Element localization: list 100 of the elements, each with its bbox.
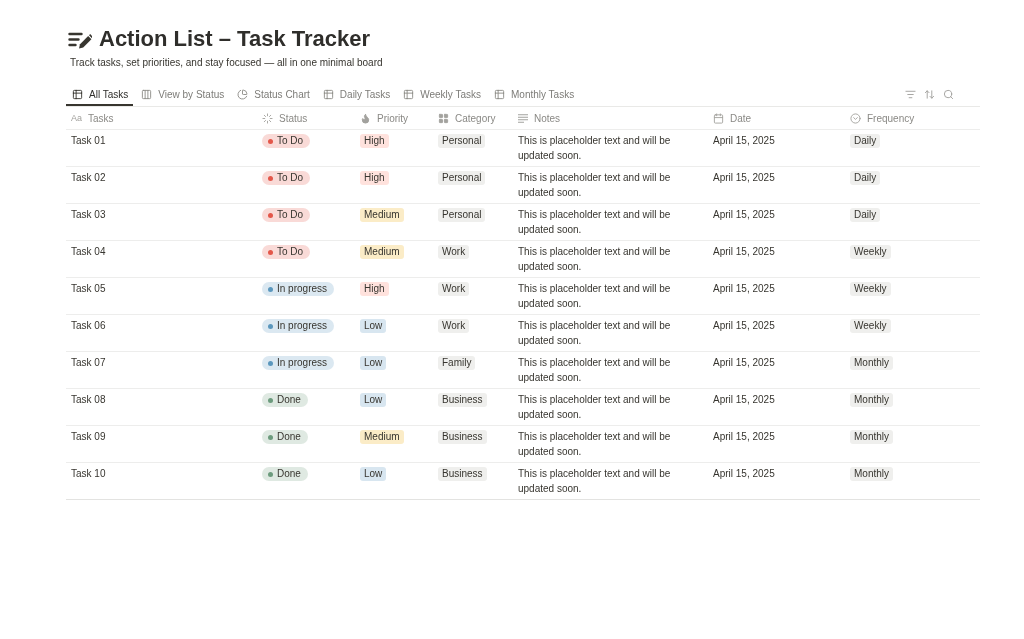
view-tab[interactable]: Monthly Tasks (488, 83, 580, 106)
frequency-tag: Monthly (850, 356, 893, 370)
notes-text: This is placeholder text and will be updated soon. (518, 356, 672, 385)
date-text: April 15, 2025 (713, 134, 775, 148)
task-title: Task 01 (71, 134, 106, 148)
category-tag: Business (438, 467, 487, 481)
column-header[interactable]: Date (708, 107, 845, 129)
date-text: April 15, 2025 (713, 467, 775, 481)
priority-tag: High (360, 134, 389, 148)
table-icon (322, 89, 334, 100)
task-title: Task 04 (71, 245, 106, 259)
status-text: To Do (277, 171, 304, 185)
date-text: April 15, 2025 (713, 245, 775, 259)
task-title: Task 07 (71, 356, 106, 370)
view-tab[interactable]: View by Status (135, 83, 230, 106)
task-title: Task 03 (71, 208, 106, 222)
view-tab[interactable]: Daily Tasks (316, 83, 396, 106)
category-tag: Work (438, 282, 470, 296)
notes-text: This is placeholder text and will be updated soon. (518, 245, 672, 274)
pie-chart-icon (237, 89, 249, 100)
column-header[interactable]: Aa Tasks (66, 107, 257, 129)
column-header[interactable]: Status (257, 107, 355, 129)
view-tab[interactable]: Weekly Tasks (397, 83, 486, 106)
frequency-tag: Monthly (850, 430, 893, 444)
category-tag: Work (438, 245, 470, 259)
priority-tag: Low (360, 467, 387, 481)
task-title: Task 08 (71, 393, 106, 407)
date-text: April 15, 2025 (713, 393, 775, 407)
frequency-tag: Weekly (850, 282, 891, 296)
status-text: In progress (277, 319, 328, 333)
task-title: Task 02 (71, 171, 106, 185)
status-text: Done (277, 430, 301, 444)
notes-text: This is placeholder text and will be updated soon. (518, 282, 672, 311)
columns-icon (141, 89, 153, 100)
category-tag: Personal (438, 134, 486, 148)
priority-tag: Medium (360, 430, 404, 444)
category-tag: Work (438, 319, 470, 333)
notes-text: This is placeholder text and will be updated soon. (518, 208, 672, 237)
priority-tag: Medium (360, 245, 404, 259)
status-text: To Do (277, 134, 304, 148)
loader-icon (262, 112, 273, 124)
calendar-icon (713, 112, 724, 124)
date-text: April 15, 2025 (713, 319, 775, 333)
table-icon (72, 89, 83, 100)
frequency-tag: Monthly (850, 467, 893, 481)
column-header[interactable]: Frequency (845, 107, 980, 129)
grid-icon (438, 112, 449, 124)
filter-icon[interactable] (905, 89, 916, 100)
notes-text: This is placeholder text and will be updated soon. (518, 430, 672, 459)
notes-text: This is placeholder text and will be updated soon. (518, 467, 672, 496)
frequency-tag: Weekly (850, 245, 891, 259)
priority-tag: Low (360, 393, 387, 407)
priority-tag: Medium (360, 208, 404, 222)
status-text: Done (277, 393, 301, 407)
notes-text: This is placeholder text and will be updated soon. (518, 171, 672, 200)
frequency-tag: Daily (850, 134, 881, 148)
priority-tag: Low (360, 356, 387, 370)
date-text: April 15, 2025 (713, 282, 775, 296)
category-tag: Business (438, 430, 487, 444)
table-icon (403, 89, 415, 100)
chevron-circle-icon (850, 112, 861, 124)
view-tab[interactable]: Status Chart (231, 83, 315, 106)
frequency-tag: Daily (850, 171, 881, 185)
page-subtitle: Track tasks, set priorities, and stay focused — all in one minimal board (70, 56, 384, 69)
column-header[interactable]: Notes (513, 107, 708, 129)
status-text: Done (277, 467, 301, 481)
sort-icon[interactable] (924, 89, 935, 100)
status-text: In progress (277, 282, 328, 296)
status-text: To Do (277, 245, 304, 259)
category-tag: Family (438, 356, 476, 370)
category-tag: Personal (438, 208, 486, 222)
category-tag: Personal (438, 171, 486, 185)
status-text: To Do (277, 208, 304, 222)
date-text: April 15, 2025 (713, 208, 775, 222)
frequency-tag: Daily (850, 208, 881, 222)
column-header[interactable]: Category (433, 107, 513, 129)
frequency-tag: Monthly (850, 393, 893, 407)
search-icon[interactable] (943, 89, 954, 100)
date-text: April 15, 2025 (713, 171, 775, 185)
lines-icon (518, 113, 528, 123)
date-text: April 15, 2025 (713, 356, 775, 370)
notes-text: This is placeholder text and will be updated soon. (518, 319, 672, 348)
task-title: Task 10 (71, 467, 106, 481)
category-tag: Business (438, 393, 487, 407)
status-text: In progress (277, 356, 328, 370)
priority-tag: High (360, 171, 389, 185)
priority-tag: Low (360, 319, 387, 333)
column-header[interactable]: Priority (355, 107, 433, 129)
priority-tag: High (360, 282, 389, 296)
page-title: Action List – Task Tracker (99, 25, 371, 53)
task-title: Task 05 (71, 282, 106, 296)
view-tab[interactable]: All Tasks (66, 83, 134, 106)
date-text: April 15, 2025 (713, 430, 775, 444)
notes-text: This is placeholder text and will be updated soon. (518, 393, 672, 422)
table-icon (494, 89, 505, 100)
task-title: Task 09 (71, 430, 106, 444)
flame-icon (360, 112, 371, 124)
text-type-glyph: Aa (71, 113, 82, 123)
frequency-tag: Weekly (850, 319, 891, 333)
notes-text: This is placeholder text and will be updated soon. (518, 134, 672, 163)
